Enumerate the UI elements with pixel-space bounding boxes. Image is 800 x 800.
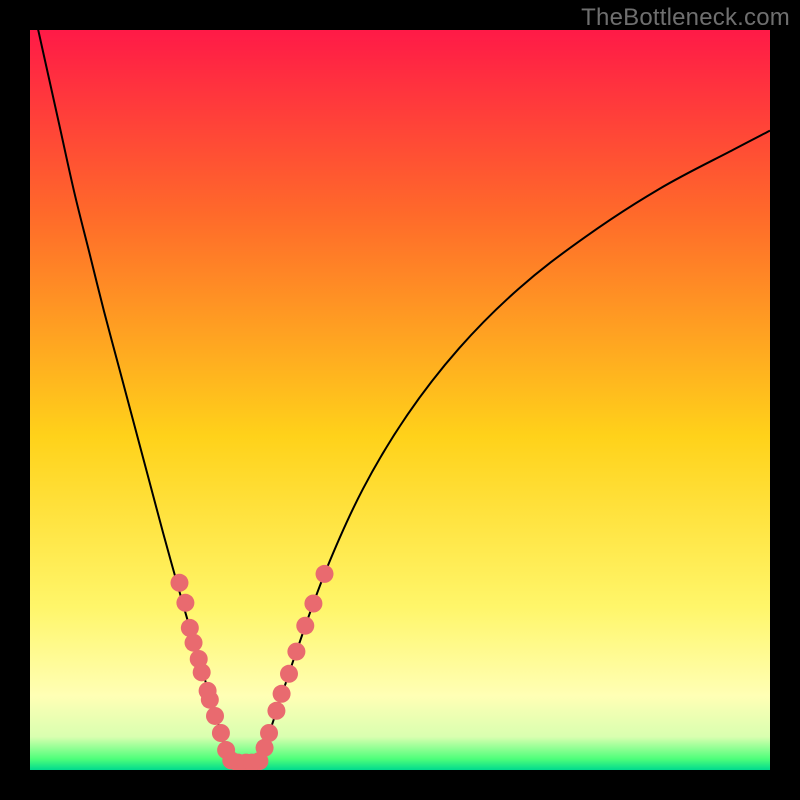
data-dot [176,594,194,612]
data-dot [193,663,211,681]
data-dot [267,702,285,720]
chart-frame: TheBottleneck.com [0,0,800,800]
data-dot [170,574,188,592]
watermark-text: TheBottleneck.com [581,4,790,32]
chart-svg [30,30,770,770]
data-dot [296,617,314,635]
data-dot [201,691,219,709]
data-dots-group [170,565,333,770]
data-dot [316,565,334,583]
data-dot [287,643,305,661]
data-dot [185,634,203,652]
data-dot [260,724,278,742]
data-dot [280,665,298,683]
data-dot [304,595,322,613]
data-dot [273,685,291,703]
data-dot [206,707,224,725]
plot-area [30,30,770,770]
right-branch-curve [259,131,770,763]
data-dot [212,724,230,742]
